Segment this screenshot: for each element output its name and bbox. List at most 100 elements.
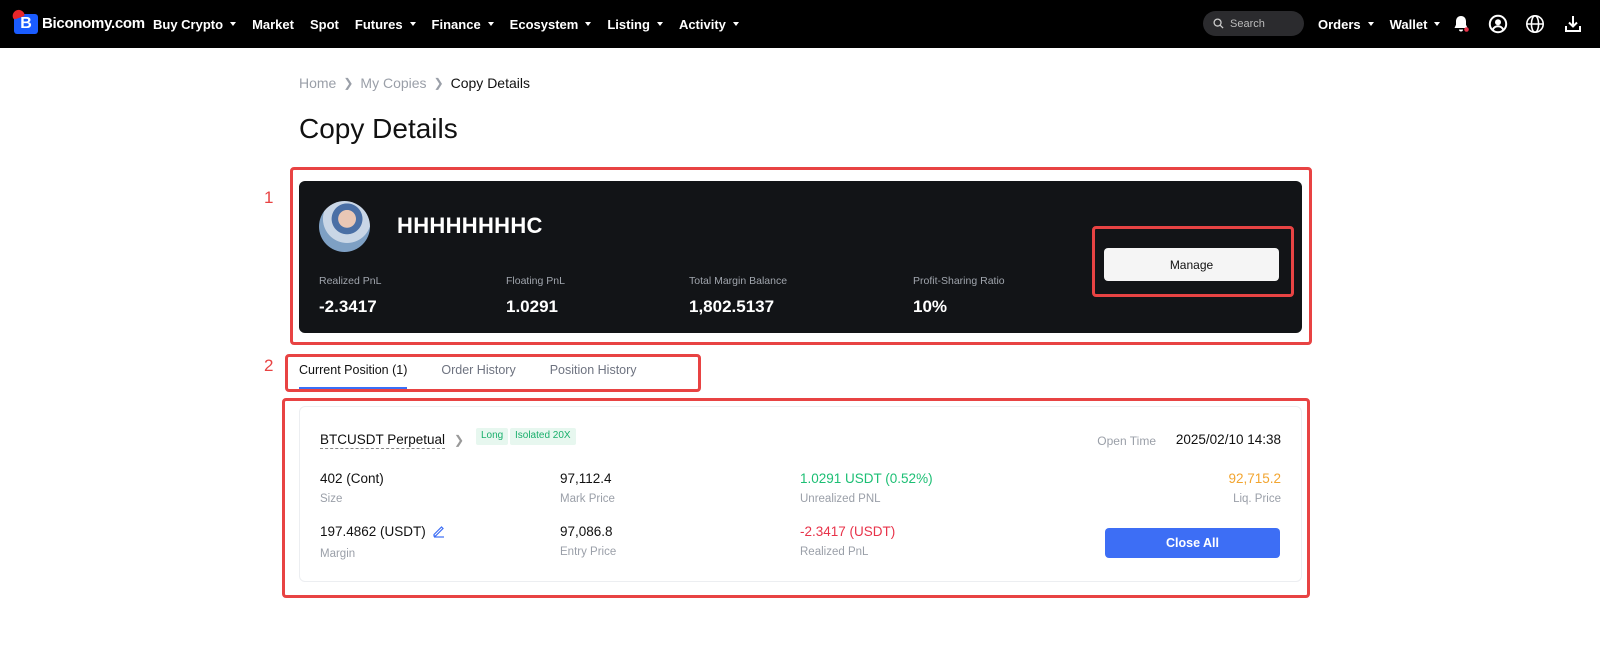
logo-icon: B: [10, 8, 38, 34]
liq-price-value: 92,715.2: [1228, 471, 1281, 486]
nav-spot[interactable]: Spot: [310, 17, 339, 32]
mark-price-cell: 97,112.4 Mark Price: [560, 471, 615, 505]
nav-label: Buy Crypto: [153, 16, 224, 32]
mark-price-label: Mark Price: [560, 493, 615, 505]
annotation-number-1: 1: [264, 188, 274, 207]
tab-current-position[interactable]: Current Position (1): [299, 354, 408, 389]
realized-pnl-value: -2.3417 (USDT): [800, 524, 896, 539]
nav-label: Finance: [431, 16, 481, 32]
nav-buy-crypto[interactable]: Buy Crypto: [153, 16, 237, 32]
size-value: 402 (Cont): [320, 471, 384, 486]
position-card: BTCUSDT Perpetual ❯ Long Isolated 20X Op…: [299, 406, 1302, 582]
open-time-label: Open Time: [1097, 434, 1156, 448]
entry-price-value: 97,086.8: [560, 524, 613, 539]
close-all-button[interactable]: Close All: [1105, 528, 1280, 558]
caret-down-icon: [230, 22, 237, 26]
avatar[interactable]: [319, 201, 370, 252]
unrealized-pnl-value: 1.0291 USDT (0.52%): [800, 471, 933, 486]
breadcrumb-current: Copy Details: [450, 75, 530, 91]
caret-down-icon: [409, 22, 416, 26]
nav-ecosystem[interactable]: Ecosystem: [510, 17, 592, 32]
nav-label: Spot: [309, 16, 339, 32]
side-tag: Long: [476, 428, 509, 445]
globe-icon[interactable]: [1523, 12, 1547, 36]
liq-price-cell: 92,715.2 Liq. Price: [1228, 471, 1281, 505]
page-title: Copy Details: [299, 113, 458, 144]
open-time-value: 2025/02/10 14:38: [1175, 432, 1281, 447]
tab-order-history[interactable]: Order History: [441, 354, 515, 388]
size-cell: 402 (Cont) Size: [320, 471, 384, 505]
breadcrumb: Home ❯ My Copies ❯ Copy Details: [299, 75, 530, 91]
annotation-box-manage: [1092, 226, 1294, 297]
unrealized-pnl-label: Unrealized PNL: [800, 493, 881, 505]
right-nav: Orders Wallet: [1318, 0, 1456, 48]
search-box[interactable]: [1203, 11, 1304, 36]
liq-price-label: Liq. Price: [1233, 493, 1281, 505]
nav-orders[interactable]: Orders: [1318, 17, 1374, 32]
nav-activity[interactable]: Activity: [679, 17, 739, 32]
stat-value: 1,802.5137: [689, 297, 775, 316]
annotation-number-2: 2: [264, 356, 274, 375]
user-icon[interactable]: [1486, 12, 1510, 36]
nav-wallet[interactable]: Wallet: [1390, 17, 1441, 32]
nav-market[interactable]: Market: [252, 17, 294, 32]
margin-label: Margin: [320, 548, 356, 560]
nav-label: Futures: [354, 16, 403, 32]
stat-label: Profit-Sharing Ratio: [913, 275, 1005, 287]
top-nav-bar: B Biconomy.com Buy Crypto Market Spot Fu…: [0, 0, 1600, 48]
stat-label: Floating PnL: [506, 275, 565, 287]
nav-finance[interactable]: Finance: [432, 17, 494, 32]
stat-label: Realized PnL: [319, 275, 382, 287]
stat-value: 1.0291: [506, 297, 558, 316]
stat-value: -2.3417: [319, 297, 377, 316]
position-tabs: Current Position (1) Order History Posit…: [299, 354, 671, 389]
caret-down-icon: [1434, 22, 1441, 26]
margin-value: 197.4862 (USDT): [320, 524, 426, 540]
logo-text: Biconomy.com: [42, 14, 145, 32]
stat-realized-pnl: Realized PnL -2.3417: [319, 275, 381, 317]
logo[interactable]: B Biconomy.com: [10, 8, 145, 34]
margin-cell: 197.4862 (USDT) Margin: [320, 524, 446, 560]
stat-value: 10%: [913, 297, 948, 316]
caret-down-icon: [1367, 22, 1374, 26]
breadcrumb-my-copies[interactable]: My Copies: [360, 75, 426, 91]
stat-profit-sharing-ratio: Profit-Sharing Ratio 10%: [913, 275, 1005, 317]
stat-label: Total Margin Balance: [689, 275, 788, 287]
size-label: Size: [320, 493, 343, 505]
search-icon: [1213, 18, 1224, 29]
entry-price-cell: 97,086.8 Entry Price: [560, 524, 616, 558]
main-nav: Buy Crypto Market Spot Futures Finance E…: [153, 0, 755, 48]
caret-down-icon: [585, 22, 592, 26]
nav-label: Wallet: [1389, 16, 1428, 32]
chevron-right-icon: ❯: [343, 76, 354, 90]
nav-futures[interactable]: Futures: [355, 17, 416, 32]
realized-pnl-label: Realized PnL: [800, 546, 869, 558]
stat-floating-pnl: Floating PnL 1.0291: [506, 275, 565, 317]
nav-label: Orders: [1318, 16, 1361, 32]
unrealized-pnl-cell: 1.0291 USDT (0.52%) Unrealized PNL: [800, 471, 933, 505]
download-icon[interactable]: [1561, 12, 1585, 36]
caret-down-icon: [487, 22, 494, 26]
mark-price-value: 97,112.4: [560, 471, 612, 486]
margin-value-row: 197.4862 (USDT): [320, 524, 446, 541]
caret-down-icon: [732, 22, 739, 26]
stat-total-margin-balance: Total Margin Balance 1,802.5137: [689, 275, 787, 317]
nav-label: Activity: [678, 16, 726, 32]
bell-icon[interactable]: [1449, 12, 1473, 36]
nav-label: Listing: [607, 16, 650, 32]
tab-position-history[interactable]: Position History: [550, 354, 637, 388]
chevron-right-icon[interactable]: ❯: [454, 433, 464, 447]
margin-mode-tag: Isolated 20X: [510, 428, 576, 445]
nav-label: Ecosystem: [509, 16, 579, 32]
caret-down-icon: [656, 22, 663, 26]
breadcrumb-home[interactable]: Home: [299, 75, 336, 91]
nav-label: Market: [252, 16, 294, 32]
chevron-right-icon: ❯: [433, 76, 444, 90]
position-symbol[interactable]: BTCUSDT Perpetual: [320, 432, 446, 449]
nav-listing[interactable]: Listing: [607, 17, 663, 32]
trader-name: HHHHHHHHC: [397, 213, 543, 238]
edit-icon[interactable]: [432, 524, 446, 541]
realized-pnl-cell: -2.3417 (USDT) Realized PnL: [800, 524, 895, 558]
entry-price-label: Entry Price: [560, 546, 617, 558]
search-input[interactable]: [1230, 17, 1300, 30]
